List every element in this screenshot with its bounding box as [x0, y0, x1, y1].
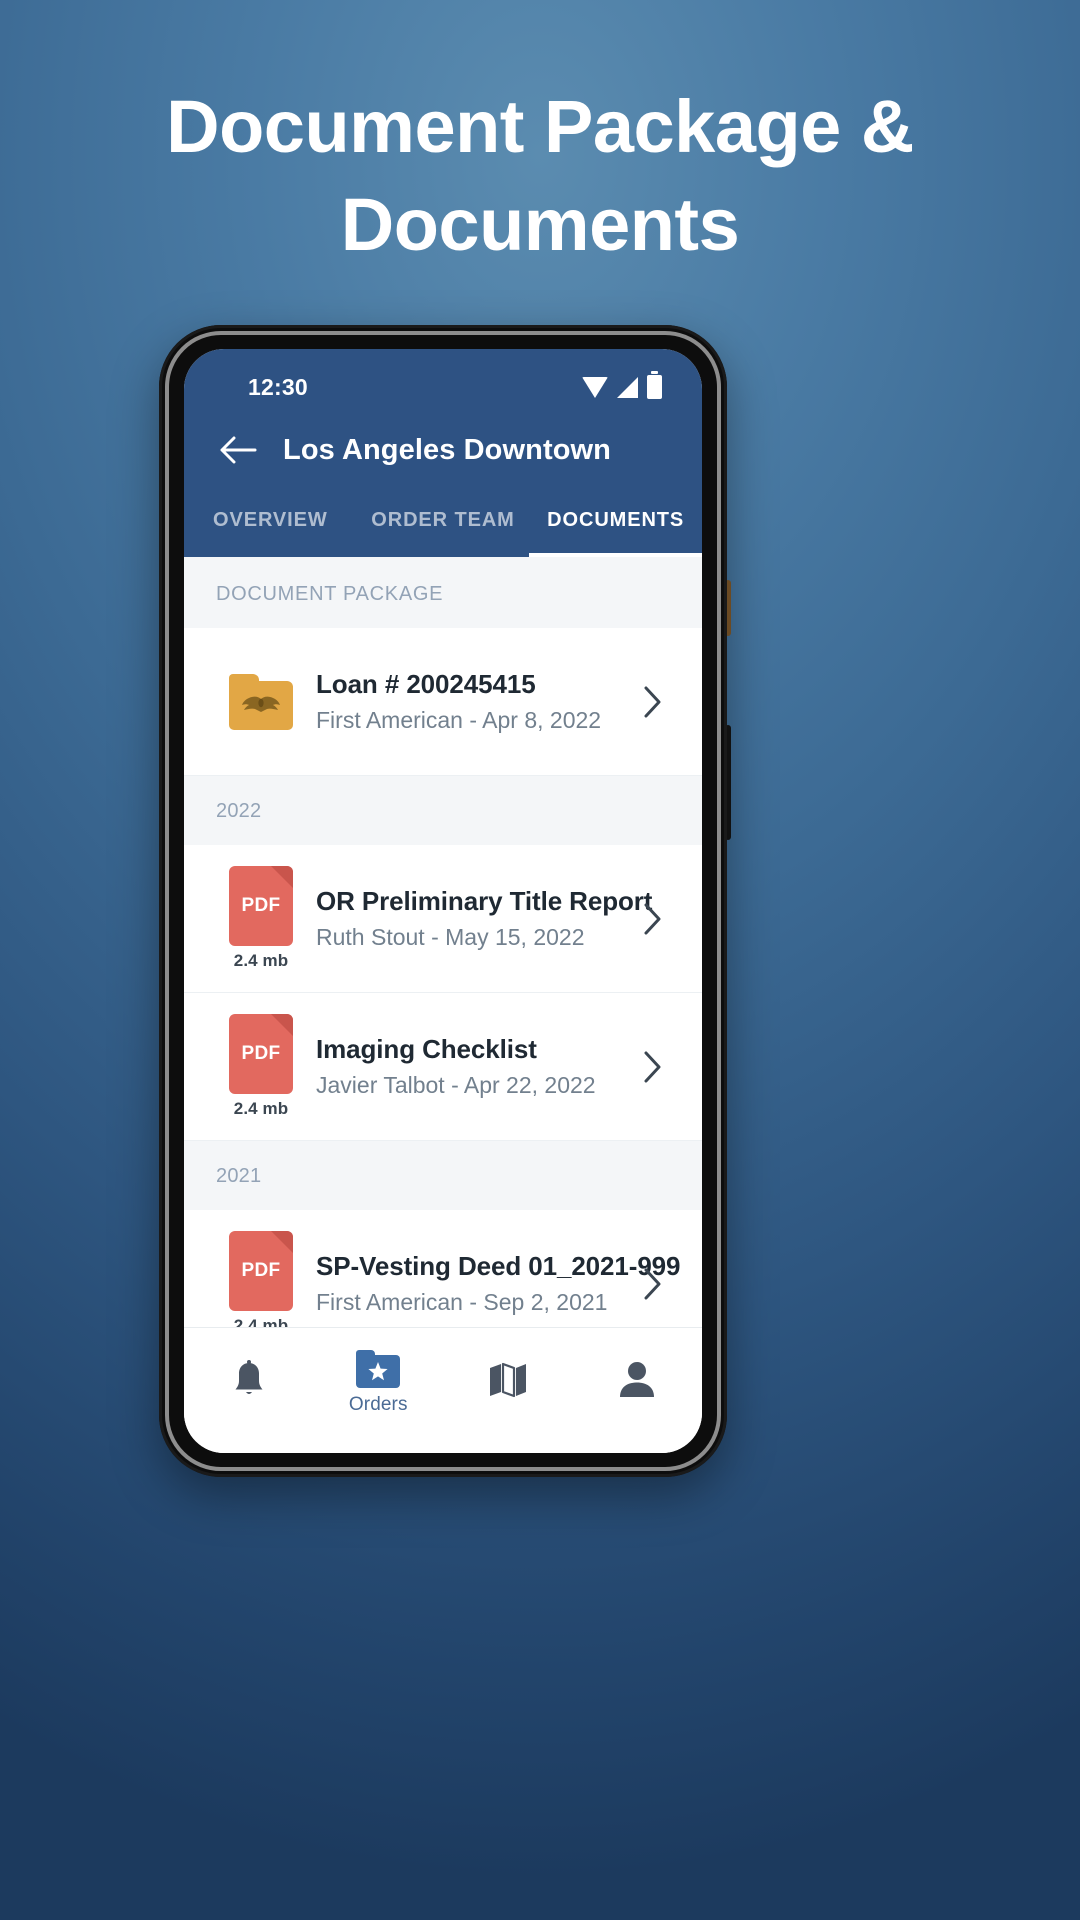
pdf-icon-label: PDF: [241, 895, 281, 916]
status-bar: 12:30: [184, 349, 702, 411]
back-arrow-icon: [220, 436, 257, 464]
bottom-navigation: Orders: [184, 1327, 702, 1453]
file-size: 2.4 mb: [233, 1316, 289, 1327]
tab-order-team[interactable]: ORDER TEAM: [357, 489, 530, 557]
phone-screen: 12:30 Los Angeles Downtown OVERVIEW ORDE…: [184, 349, 702, 1453]
app-bar: 12:30 Los Angeles Downtown OVERVIEW ORDE…: [184, 349, 702, 557]
orders-folder-star-icon: [356, 1349, 401, 1388]
eagle-emblem-icon: [242, 696, 280, 712]
table-row[interactable]: PDF 2.4 mb OR Preliminary Title Report R…: [184, 845, 702, 993]
tab-overview[interactable]: OVERVIEW: [184, 489, 357, 557]
title-row: Los Angeles Downtown: [184, 411, 702, 489]
table-row[interactable]: PDF 2.4 mb SP-Vesting Deed 01_2021-999 F…: [184, 1210, 702, 1327]
row-title: Loan # 200245415: [316, 668, 536, 699]
hero-line-1: Document Package &: [166, 85, 914, 168]
map-icon: [489, 1362, 526, 1397]
nav-item-notifications[interactable]: [184, 1359, 314, 1423]
status-icons: [582, 371, 662, 399]
section-header-2021: 2021: [184, 1141, 702, 1210]
table-row[interactable]: Loan # 200245415 First American - Apr 8,…: [184, 628, 702, 776]
row-text: Loan # 200245415 First American - Apr 8,…: [306, 668, 630, 735]
pdf-icon-label: PDF: [241, 1260, 281, 1281]
row-icon-wrap: [216, 673, 306, 730]
tab-bar: OVERVIEW ORDER TEAM DOCUMENTS: [184, 489, 702, 557]
pdf-icon: PDF: [229, 1231, 293, 1311]
row-text: SP-Vesting Deed 01_2021-999 First Americ…: [306, 1250, 681, 1317]
tab-documents[interactable]: DOCUMENTS: [529, 489, 702, 557]
chevron-right-icon[interactable]: [630, 1267, 676, 1301]
table-row[interactable]: PDF 2.4 mb Imaging Checklist Javier Talb…: [184, 993, 702, 1141]
chevron-right-icon[interactable]: [630, 685, 676, 719]
row-text: OR Preliminary Title Report Ruth Stout -…: [306, 885, 653, 952]
signal-icon: [617, 376, 638, 398]
screen-title: Los Angeles Downtown: [283, 433, 611, 466]
row-title: Imaging Checklist: [316, 1033, 537, 1064]
row-icon-wrap: PDF 2.4 mb: [216, 1231, 306, 1327]
folder-icon: [229, 673, 293, 730]
pdf-icon: PDF: [229, 1014, 293, 1094]
row-text: Imaging Checklist Javier Talbot - Apr 22…: [306, 1033, 630, 1100]
star-icon: [368, 1361, 388, 1380]
file-size: 2.4 mb: [233, 1099, 289, 1118]
row-title: OR Preliminary Title Report: [316, 885, 653, 916]
pdf-icon: PDF: [229, 866, 293, 946]
volume-button[interactable]: [725, 725, 731, 840]
row-subtitle: Ruth Stout - May 15, 2022: [316, 924, 585, 951]
row-subtitle: First American - Sep 2, 2021: [316, 1289, 608, 1316]
phone-mockup: 12:30 Los Angeles Downtown OVERVIEW ORDE…: [159, 325, 731, 1477]
bell-icon: [235, 1359, 263, 1394]
nav-label: Orders: [348, 1393, 408, 1415]
section-header-document-package: DOCUMENT PACKAGE: [184, 557, 702, 628]
back-button[interactable]: [210, 422, 266, 478]
row-title: SP-Vesting Deed 01_2021-999: [316, 1250, 681, 1281]
file-size: 2.4 mb: [233, 951, 289, 970]
page-title: Document Package & Documents: [0, 78, 1080, 273]
hero-line-2: Documents: [340, 182, 740, 266]
row-subtitle: First American - Apr 8, 2022: [316, 707, 602, 734]
wifi-icon: [582, 376, 608, 398]
nav-item-orders[interactable]: Orders: [314, 1349, 444, 1432]
pdf-icon-label: PDF: [241, 1043, 281, 1064]
nav-item-map[interactable]: [443, 1362, 573, 1420]
section-header-2022: 2022: [184, 776, 702, 845]
person-icon: [620, 1361, 655, 1397]
chevron-right-icon[interactable]: [630, 1050, 676, 1084]
battery-icon: [647, 371, 662, 399]
chevron-right-icon[interactable]: [630, 902, 676, 936]
documents-list: DOCUMENT PACKAGE Loan # 200245415 First …: [184, 557, 702, 1327]
power-button[interactable]: [725, 580, 731, 636]
status-time: 12:30: [248, 373, 308, 400]
row-icon-wrap: PDF 2.4 mb: [216, 1014, 306, 1119]
row-subtitle: Javier Talbot - Apr 22, 2022: [316, 1072, 596, 1099]
nav-item-profile[interactable]: [573, 1359, 703, 1423]
row-icon-wrap: PDF 2.4 mb: [216, 866, 306, 971]
